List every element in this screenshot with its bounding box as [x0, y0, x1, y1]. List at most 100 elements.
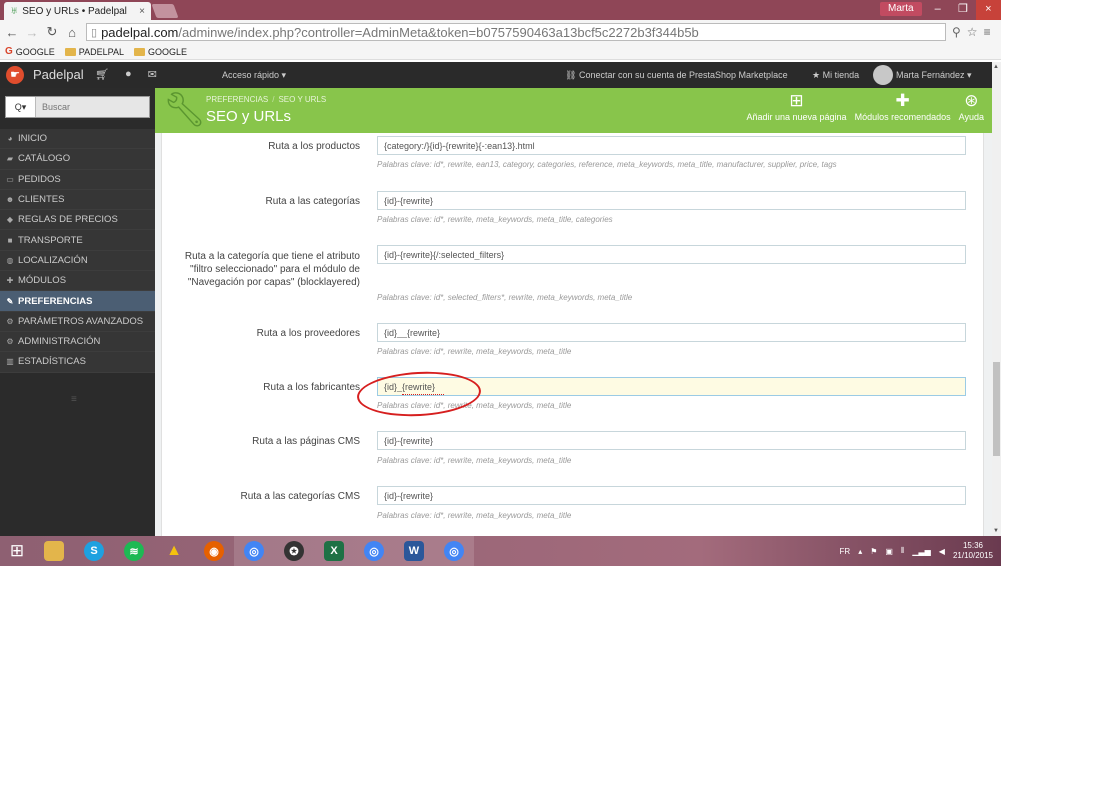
my-shop-link[interactable]: ★ Mi tienda	[812, 70, 859, 81]
sidebar-item-pedidos[interactable]: ▭ PEDIDOS	[0, 169, 155, 190]
recommended-modules-button[interactable]: ✚ Módulos recomendados	[855, 92, 951, 123]
link-icon: ⛓	[565, 70, 577, 80]
gear-icon: ⚙	[6, 337, 14, 347]
sidebar-item-label: MÓDULOS	[18, 275, 67, 287]
sidebar-item-inicio[interactable]: ◕ INICIO	[0, 129, 155, 150]
new-tab-button[interactable]	[151, 4, 179, 18]
breadcrumb-item[interactable]: PREFERENCIAS	[206, 95, 268, 104]
marketplace-link[interactable]: ⛓ Conectar con su cuenta de PrestaShop M…	[565, 70, 788, 81]
sidebar-item-catalogo[interactable]: ▰ CATÁLOGO	[0, 149, 155, 170]
chrome-icon: ◎	[444, 541, 464, 561]
taskbar-word[interactable]: W	[394, 536, 434, 566]
volume-icon[interactable]: ◀	[939, 547, 945, 556]
page-title: SEO y URLs	[206, 108, 292, 125]
shop-name[interactable]: Padelpal	[33, 67, 84, 82]
tab-close-icon[interactable]: ×	[139, 6, 145, 17]
taskbar-firefox[interactable]: ◉	[194, 536, 234, 566]
bookmark-padelpal[interactable]: PADELPAL	[64, 46, 124, 57]
quick-access-dropdown[interactable]: Acceso rápido ▾	[222, 70, 286, 81]
extension-icon[interactable]: ⚲	[952, 25, 961, 39]
sidebar-item-localizacion[interactable]: ◍ LOCALIZACIÓN	[0, 250, 155, 272]
windows-start-icon[interactable]: ⊞	[0, 541, 34, 561]
clock[interactable]: 15:36 21/10/2015	[953, 541, 993, 561]
clock-time: 15:36	[962, 541, 983, 550]
forward-icon[interactable]: →	[24, 25, 40, 40]
envelope-icon[interactable]: ✉	[148, 68, 157, 81]
skype-icon: S	[84, 541, 104, 561]
sidebar-item-transporte[interactable]: ■ TRANSPORTE	[0, 230, 155, 251]
browser-tab[interactable]: ♅ SEO y URLs • Padelpal ×	[4, 2, 151, 20]
minimize-button[interactable]: –	[925, 0, 950, 20]
address-bar[interactable]: ▯ padelpal.com/adminwe/index.php?control…	[86, 23, 946, 41]
search-input[interactable]	[36, 102, 146, 112]
window-controls: – ❐ ×	[925, 0, 1001, 20]
scroll-thumb[interactable]	[993, 362, 1000, 456]
taskbar-chrome-2[interactable]: ◎	[354, 536, 394, 566]
monitor-icon[interactable]: ▣	[885, 547, 893, 556]
help-button[interactable]: ⊛ Ayuda	[958, 92, 984, 123]
menu-icon[interactable]: ≡	[984, 25, 991, 39]
flag-icon[interactable]: ⚑	[870, 547, 877, 556]
taskbar-excel[interactable]: X	[314, 536, 354, 566]
bookmark-label: GOOGLE	[15, 46, 55, 57]
add-page-button[interactable]: ⊞ Añadir una nueva página	[746, 92, 847, 123]
taskbar-app[interactable]: ✪	[274, 536, 314, 566]
bookmark-star-icon[interactable]: ☆	[967, 25, 978, 39]
scroll-down-icon[interactable]: ▼	[993, 528, 999, 534]
sidebar-item-label: REGLAS DE PRECIOS	[18, 214, 118, 226]
language-indicator[interactable]: FR	[840, 547, 851, 556]
user-menu[interactable]: Marta Fernández ▾	[896, 70, 972, 81]
prestashop-logo-icon[interactable]: ☛	[6, 66, 24, 84]
cart-icon[interactable]: 🛒︎	[95, 68, 109, 81]
sidebar: Q▾ ◕ INICIO ▰ CATÁLOGO ▭ PEDIDOS ☻CLIENTES …	[0, 88, 155, 536]
suppliers-route-input[interactable]	[377, 323, 966, 342]
customers-icon: ☻	[5, 195, 15, 205]
search-type-button[interactable]: Q▾	[6, 97, 36, 117]
manufacturers-route-input[interactable]	[377, 377, 966, 396]
bookmark-google[interactable]: G GOOGLE	[5, 46, 55, 57]
collapse-menu-icon[interactable]: ≡	[71, 394, 77, 405]
sidebar-item-parametros-avanzados[interactable]: ⚙ PARÁMETROS AVANZADOS	[0, 311, 155, 332]
taskbar-spotify[interactable]: ≋	[114, 536, 154, 566]
sidebar-item-administracion[interactable]: ⚙ ADMINISTRACIÓN	[0, 331, 155, 353]
taskbar-drive[interactable]: ▲	[154, 536, 194, 566]
cms-pages-route-input[interactable]	[377, 431, 966, 450]
layered-category-route-input[interactable]	[377, 245, 966, 264]
field-help: Palabras clave: id*, rewrite, meta_keywo…	[377, 401, 572, 410]
avatar[interactable]	[873, 65, 893, 85]
taskbar-chrome-3[interactable]: ◎	[434, 536, 474, 566]
close-window-button[interactable]: ×	[975, 0, 1001, 20]
taskbar-chrome-1[interactable]: ◎	[234, 536, 274, 566]
cms-categories-route-input[interactable]	[377, 486, 966, 505]
bookmark-label: PADELPAL	[78, 46, 124, 57]
scroll-up-icon[interactable]: ▲	[993, 64, 999, 70]
taskbar-file-explorer[interactable]	[34, 536, 74, 566]
breadcrumb-item[interactable]: SEO Y URLS	[278, 95, 326, 104]
action-label: Añadir una nueva página	[746, 112, 847, 122]
spotify-icon: ≋	[124, 541, 144, 561]
sidebar-item-label: PEDIDOS	[18, 173, 61, 185]
home-icon[interactable]: ⌂	[64, 25, 80, 40]
sidebar-item-reglas-precios[interactable]: ◆ REGLAS DE PRECIOS	[0, 210, 155, 231]
reload-icon[interactable]: ↻	[44, 24, 60, 40]
maximize-button[interactable]: ❐	[950, 0, 975, 20]
categories-route-input[interactable]	[377, 191, 966, 210]
price-rules-icon: ◆	[6, 215, 14, 225]
sidebar-item-modulos[interactable]: ✚ MÓDULOS	[0, 271, 155, 292]
bookmark-google-folder[interactable]: GOOGLE	[134, 47, 187, 57]
sidebar-item-preferencias[interactable]: ✎ PREFERENCIAS	[0, 291, 155, 312]
action-label: Ayuda	[958, 112, 984, 122]
products-route-input[interactable]	[377, 136, 966, 155]
cogs-icon: ⚙	[6, 316, 14, 326]
network-icon[interactable]: ⫴	[901, 546, 904, 556]
back-icon[interactable]: ←	[4, 25, 20, 40]
sidebar-item-clientes[interactable]: ☻ CLIENTES	[0, 189, 155, 211]
sidebar-item-estadisticas[interactable]: ▥ ESTADÍSTICAS	[0, 352, 155, 373]
user-icon[interactable]: ●	[125, 68, 132, 81]
taskbar-skype[interactable]: S	[74, 536, 114, 566]
tab-bar: ♅ SEO y URLs • Padelpal × Marta – ❐ ×	[0, 0, 1001, 20]
tray-expand-icon[interactable]: ▴	[858, 547, 862, 556]
window-user-badge[interactable]: Marta	[880, 2, 922, 16]
page-scrollbar[interactable]: ▲ ▼	[992, 62, 1001, 536]
signal-icon[interactable]: ▁▃▅	[912, 547, 930, 556]
